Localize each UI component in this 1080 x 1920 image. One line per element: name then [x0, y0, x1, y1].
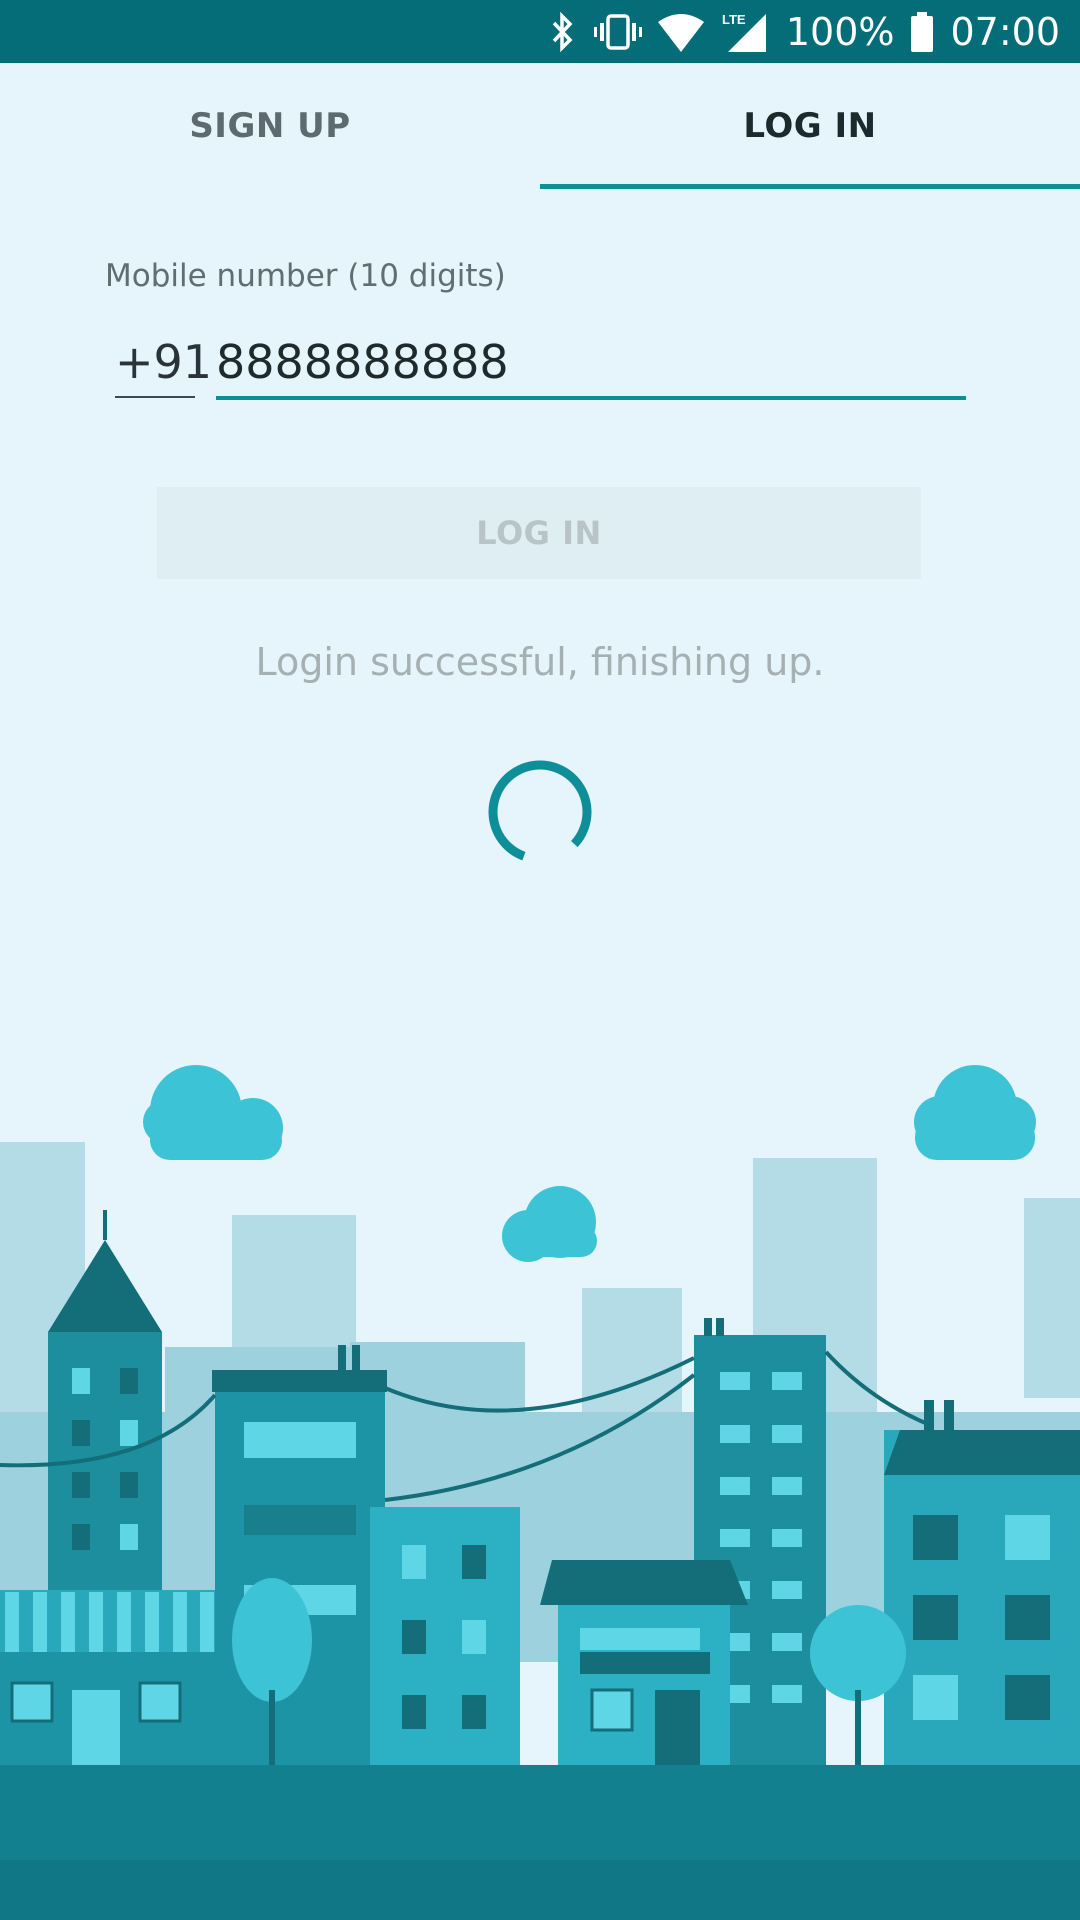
auth-tabs: SIGN UP LOG IN	[0, 63, 1080, 189]
vibrate-icon	[593, 12, 642, 52]
cloud-center-icon	[502, 1186, 597, 1262]
mobile-number-label: Mobile number (10 digits)	[105, 258, 506, 294]
network-label: LTE	[722, 12, 746, 27]
mobile-number-input[interactable]	[216, 328, 966, 400]
status-bar: LTE 100% 07:00	[0, 0, 1080, 63]
status-message: Login successful, finishing up.	[255, 640, 825, 684]
clock: 07:00	[950, 9, 1060, 54]
battery-icon	[910, 11, 934, 52]
tab-log-in[interactable]: LOG IN	[540, 63, 1080, 189]
tab-sign-up-label: SIGN UP	[189, 106, 351, 146]
cloud-right-icon	[914, 1065, 1036, 1160]
tab-sign-up[interactable]: SIGN UP	[0, 63, 540, 189]
bluetooth-icon	[548, 11, 578, 52]
signal-icon: LTE	[720, 10, 770, 54]
log-in-button-label: LOG IN	[476, 514, 602, 552]
battery-percent: 100%	[785, 9, 895, 54]
loading-spinner	[488, 760, 592, 864]
tab-log-in-label: LOG IN	[743, 106, 877, 146]
cloud-left-icon	[143, 1065, 283, 1160]
wifi-icon	[657, 12, 704, 52]
log-in-button[interactable]: LOG IN	[157, 487, 921, 579]
cityscape-illustration	[0, 1065, 1080, 1920]
country-code-field[interactable]: +91	[115, 328, 212, 398]
